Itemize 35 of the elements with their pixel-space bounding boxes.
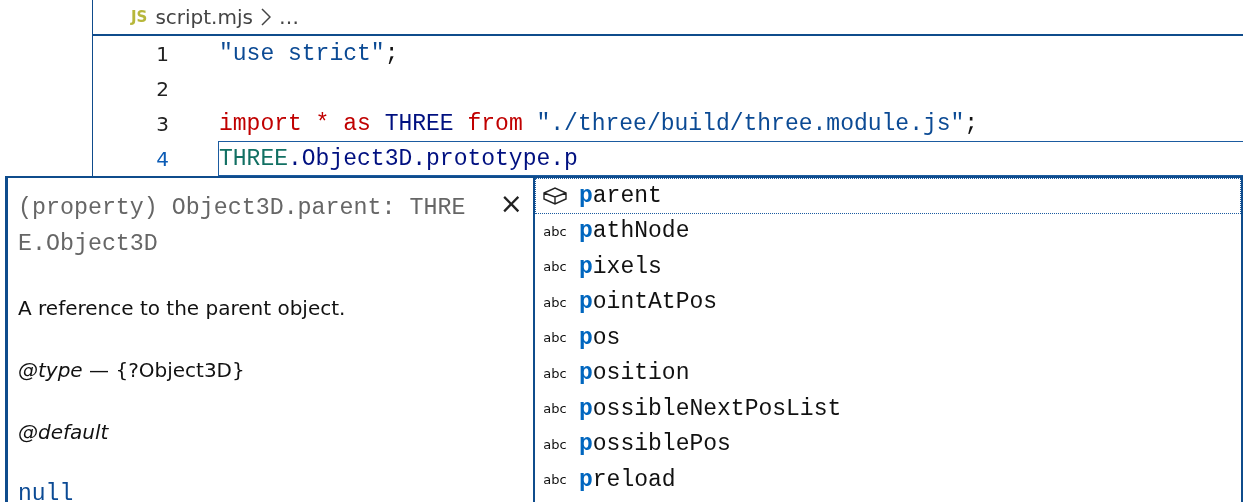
line-number: 3 bbox=[155, 111, 169, 136]
code-line: THREE.Object3D.prototype.p bbox=[218, 141, 1243, 176]
text-icon: abc bbox=[541, 223, 569, 239]
code-line: import * as THREE from "./three/build/three.module.js"; bbox=[218, 109, 980, 139]
doc-tag: @type — {?Object3D} bbox=[18, 354, 523, 386]
text-icon: abc bbox=[541, 436, 569, 452]
code-line: "use strict"; bbox=[218, 39, 400, 69]
doc-text: A reference to the parent object. bbox=[18, 295, 347, 322]
chevron-icon bbox=[260, 8, 271, 26]
breadcrumb-ellipsis[interactable]: … bbox=[278, 5, 299, 29]
close-button[interactable]: × bbox=[499, 190, 523, 218]
suggestion-item[interactable]: parent bbox=[535, 178, 1241, 214]
text-icon: abc bbox=[541, 259, 569, 275]
suggestion-item[interactable]: abc position bbox=[535, 355, 1241, 391]
line-number: 1 bbox=[155, 41, 169, 66]
suggestion-item[interactable]: abc pixels bbox=[535, 249, 1241, 285]
doc-tag: @default bbox=[18, 416, 523, 448]
text-icon: abc bbox=[541, 294, 569, 310]
text-icon: abc bbox=[541, 330, 569, 346]
suggestion-item[interactable]: abc preload bbox=[535, 462, 1241, 498]
text-icon: abc bbox=[541, 365, 569, 381]
text-icon: abc bbox=[541, 472, 569, 488]
suggestion-item[interactable]: abc possibleNextPosList bbox=[535, 391, 1241, 427]
suggestion-item[interactable]: abc possiblePos bbox=[535, 426, 1241, 462]
javascript-file-icon: JS bbox=[131, 8, 148, 26]
type-signature: (property) Object3D.parent: THREE.Object3D bbox=[18, 194, 466, 259]
cube-icon bbox=[541, 185, 569, 206]
suggestion-item[interactable]: abc pos bbox=[535, 320, 1241, 356]
suggestion-item[interactable]: abc pointAtPos bbox=[535, 284, 1241, 320]
doc-code: null bbox=[18, 480, 75, 502]
line-number: 2 bbox=[155, 76, 169, 101]
text-icon: abc bbox=[541, 401, 569, 417]
line-number: 4 bbox=[155, 146, 169, 171]
breadcrumb-file[interactable]: script.mjs bbox=[155, 5, 253, 29]
suggestion-item[interactable]: abc pathNode bbox=[535, 213, 1241, 249]
